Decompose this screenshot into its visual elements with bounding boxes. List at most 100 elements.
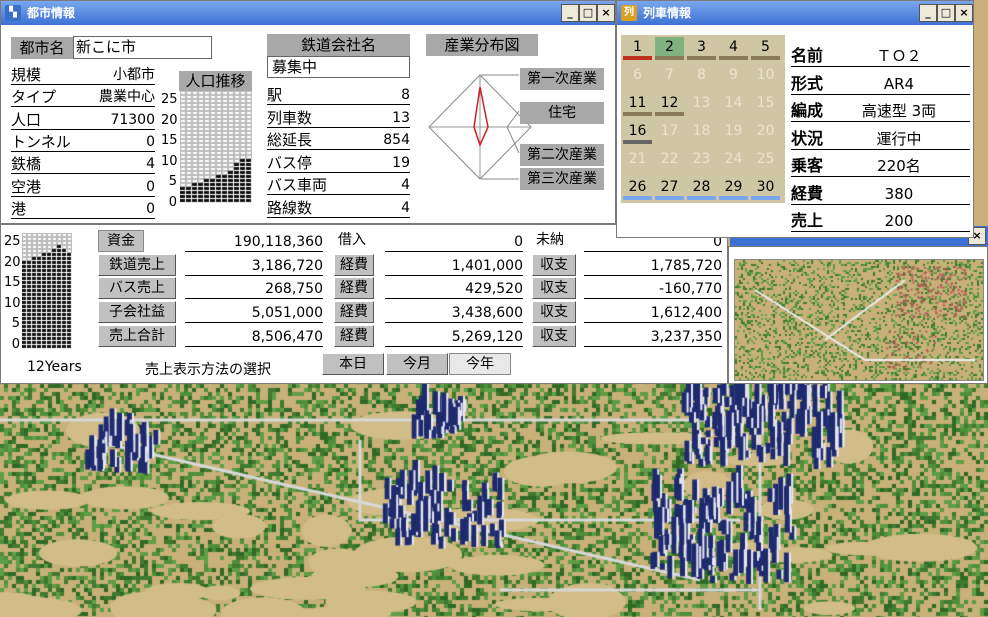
- city-stat-value: 0: [146, 178, 155, 195]
- calendar-day[interactable]: 3: [687, 37, 716, 60]
- finance-mid-label[interactable]: 経費: [334, 324, 374, 347]
- calendar-day[interactable]: 1: [623, 37, 652, 60]
- calendar-day[interactable]: 30: [751, 177, 780, 200]
- finance-mid-label[interactable]: 経費: [334, 253, 374, 276]
- finance-chart: [22, 233, 72, 351]
- finance-mid-label[interactable]: 経費: [334, 277, 374, 300]
- calendar-day[interactable]: 24: [719, 149, 748, 172]
- train-info-label: 乗客: [791, 156, 824, 175]
- calendar-day-number: 3: [697, 39, 706, 55]
- calendar-day-number: 23: [692, 151, 711, 167]
- calendar-day-number: 5: [761, 39, 770, 55]
- calendar-day[interactable]: 14: [719, 93, 748, 116]
- calendar-day[interactable]: 19: [719, 121, 748, 144]
- day-status-stripe: [623, 140, 652, 144]
- finance-balance-value: 1,612,400: [584, 303, 722, 324]
- train-info-label: 経費: [791, 183, 824, 203]
- railway-company-label: 鉄道会社名: [267, 34, 410, 56]
- calendar-day[interactable]: 7: [655, 65, 684, 88]
- calendar-day[interactable]: 29: [719, 177, 748, 200]
- calendar-day[interactable]: 2: [655, 37, 684, 60]
- close-button[interactable]: ×: [955, 4, 973, 22]
- finance-right-label[interactable]: 収支: [532, 277, 576, 300]
- city-stat-label: 空港: [11, 177, 42, 196]
- calendar-day-number: 29: [724, 179, 743, 195]
- calendar-day[interactable]: 22: [655, 149, 684, 172]
- calendar-day[interactable]: 6: [623, 65, 652, 88]
- finance-mid-label[interactable]: 経費: [334, 301, 374, 324]
- city-stat-label: タイプ: [11, 88, 57, 107]
- calendar-day[interactable]: 17: [655, 121, 684, 144]
- period-button[interactable]: 今月: [386, 353, 448, 375]
- calendar-day[interactable]: 28: [687, 177, 716, 200]
- finance-sales-value: 5,051,000: [185, 303, 323, 324]
- city-window-titlebar[interactable]: ▚ 都市情報 _ □ ×: [1, 1, 615, 25]
- city-stat-value: 0: [146, 200, 155, 217]
- calendar-day[interactable]: 15: [751, 93, 780, 116]
- maximize-button[interactable]: □: [937, 4, 955, 22]
- calendar-day[interactable]: 18: [687, 121, 716, 144]
- calendar-day[interactable]: 20: [751, 121, 780, 144]
- calendar-day[interactable]: 27: [655, 177, 684, 200]
- calendar-day[interactable]: 9: [719, 65, 748, 88]
- city-stat-value: 農業中心: [99, 89, 155, 106]
- calendar-day[interactable]: 10: [751, 65, 780, 88]
- finance-right-label[interactable]: 収支: [532, 301, 576, 324]
- city-name-value: 新こに市: [76, 38, 137, 56]
- finance-row-label[interactable]: 売上合計: [98, 324, 176, 347]
- railway-company-field[interactable]: 募集中: [267, 56, 410, 78]
- maximize-button[interactable]: □: [579, 4, 597, 22]
- population-chart-label: 人口推移: [179, 71, 252, 91]
- day-status-stripe: [719, 56, 748, 60]
- calendar-day[interactable]: 16: [623, 121, 652, 144]
- finance-balance-value: 1,785,720: [584, 256, 722, 276]
- minimap[interactable]: [734, 259, 984, 381]
- railway-company-value: 募集中: [272, 58, 318, 76]
- city-name-field[interactable]: 新こに市: [73, 36, 212, 59]
- finance-cost-value: 3,438,600: [385, 303, 523, 324]
- finance-row-label[interactable]: バス売上: [98, 277, 176, 300]
- calendar-day[interactable]: 23: [687, 149, 716, 172]
- day-status-stripe: [751, 56, 780, 60]
- calendar-day[interactable]: 8: [687, 65, 716, 88]
- y-tick-label: 0: [168, 194, 177, 210]
- train-info-row: 状況 運行中: [791, 128, 970, 150]
- finance-mid-label: 借入: [338, 232, 366, 248]
- city-stat-row: タイプ 農業中心: [11, 87, 155, 108]
- calendar-day-number: 9: [729, 67, 738, 83]
- finance-row-label: 資金: [98, 230, 144, 252]
- calendar-day[interactable]: 4: [719, 37, 748, 60]
- city-stat-value: 71300: [110, 111, 155, 128]
- calendar-day-number: 27: [660, 179, 679, 195]
- minimize-button[interactable]: _: [561, 4, 579, 22]
- calendar-day[interactable]: 5: [751, 37, 780, 60]
- train-window-icon: 列: [621, 5, 637, 21]
- calendar-day[interactable]: 26: [623, 177, 652, 200]
- period-button[interactable]: 本日: [322, 353, 384, 375]
- calendar-day[interactable]: 25: [751, 149, 780, 172]
- city-stat-label: 港: [11, 199, 27, 218]
- calendar-day-number: 8: [697, 67, 706, 83]
- finance-row-label[interactable]: 子会社益: [98, 301, 176, 324]
- train-window-titlebar[interactable]: 列 列車情報 _ □ ×: [617, 1, 973, 25]
- finance-row-label[interactable]: 鉄道売上: [98, 253, 176, 276]
- calendar-day[interactable]: 11: [623, 93, 652, 116]
- minimap-window: [728, 246, 988, 384]
- calendar-day-number: 12: [660, 95, 679, 111]
- rail-stat-row: バス停 19: [267, 153, 410, 173]
- finance-right-label[interactable]: 収支: [532, 253, 576, 276]
- calendar-day-number: 20: [756, 123, 775, 139]
- period-button[interactable]: 今年: [449, 353, 511, 375]
- close-button[interactable]: ×: [597, 4, 615, 22]
- finance-right-label[interactable]: 収支: [532, 324, 576, 347]
- rail-stat-label: バス停: [267, 153, 313, 172]
- calendar-day[interactable]: 21: [623, 149, 652, 172]
- calendar-day[interactable]: 13: [687, 93, 716, 116]
- rail-stat-value: 8: [401, 87, 410, 103]
- finance-sales-value: 8,506,470: [185, 327, 323, 347]
- finance-sales-value: 268,750: [185, 279, 323, 300]
- minimize-button[interactable]: _: [919, 4, 937, 22]
- industry-legend-item: 第一次産業: [520, 68, 604, 90]
- y-tick-label: 20: [161, 112, 178, 128]
- calendar-day[interactable]: 12: [655, 93, 684, 116]
